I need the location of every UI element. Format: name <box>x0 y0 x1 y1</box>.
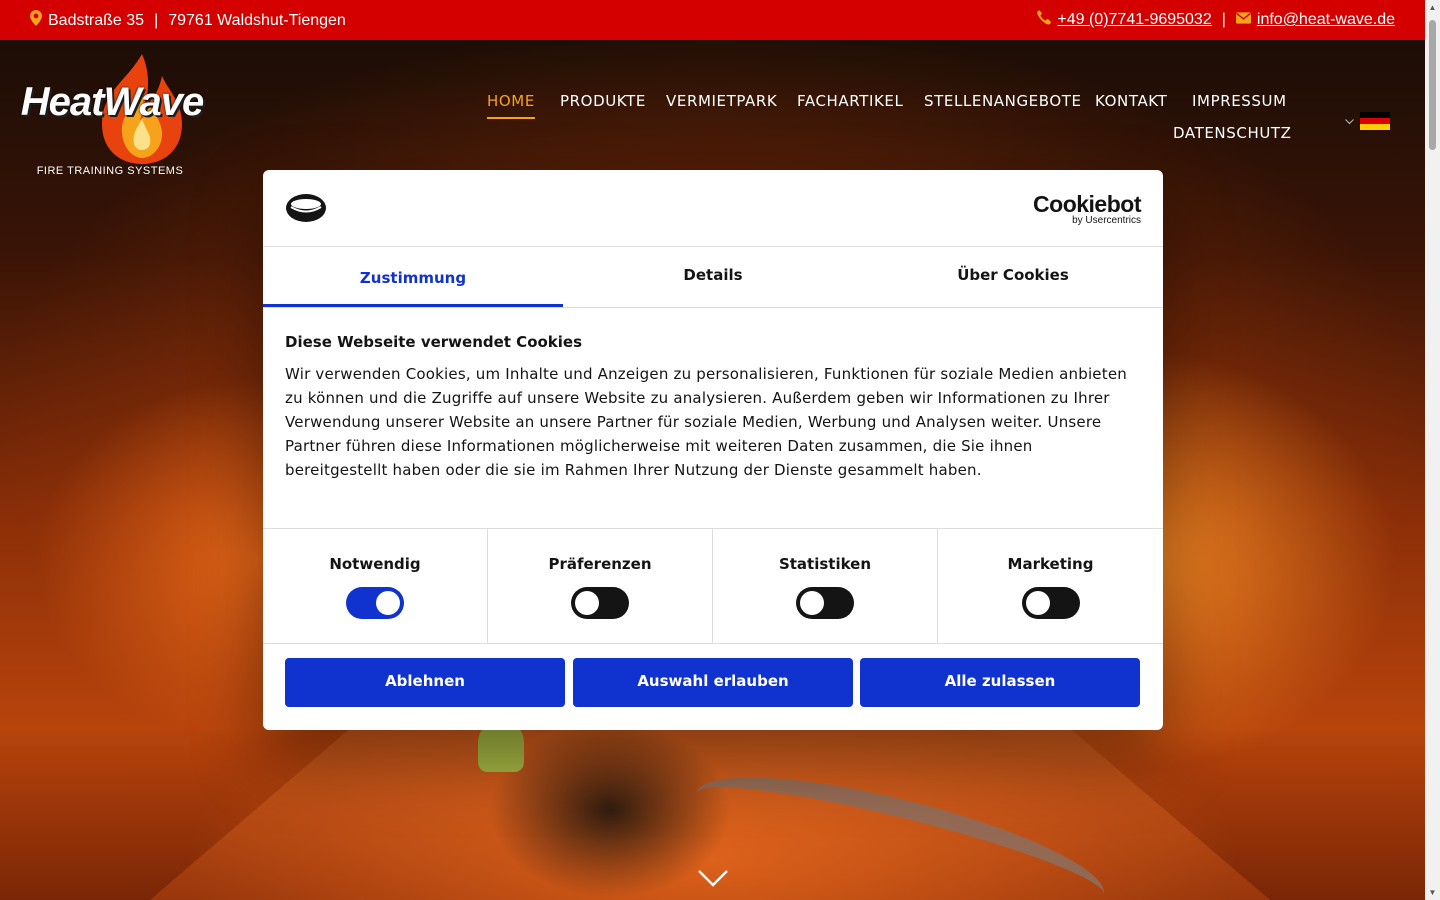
scroll-up-arrow-icon[interactable]: ▲ <box>1428 3 1437 12</box>
phone-link[interactable]: +49 (0)7741-9695032 <box>1057 11 1211 29</box>
cookiebot-subtitle: by Usercentrics <box>1072 215 1141 226</box>
nav-datenschutz[interactable]: DATENSCHUTZ <box>1173 124 1292 142</box>
cookiebot-icon <box>286 194 326 222</box>
toggle-knob <box>575 591 599 615</box>
toggle-label: Präferenzen <box>548 555 652 573</box>
dialog-tabs: Zustimmung Details Über Cookies <box>263 247 1163 308</box>
phone-icon <box>1036 10 1052 30</box>
decline-button[interactable]: Ablehnen <box>285 658 565 707</box>
allow-selection-button[interactable]: Auswahl erlauben <box>573 658 853 707</box>
email-link[interactable]: info@heat-wave.de <box>1257 11 1395 29</box>
cookie-consent-dialog: Cookiebot by Usercentrics Zustimmung Det… <box>263 170 1163 730</box>
scroll-down-arrow-icon[interactable]: ▼ <box>1428 888 1437 897</box>
map-marker-icon <box>30 10 42 31</box>
consent-toggles: Notwendig Präferenzen Statistiken Market… <box>263 528 1163 644</box>
scroll-down-chevron-icon[interactable] <box>697 868 728 892</box>
toggle-group-marketing: Marketing <box>938 529 1163 643</box>
toggle-knob <box>376 591 400 615</box>
contact-links: +49 (0)7741-9695032 | info@heat-wave.de <box>1036 10 1395 30</box>
nav-vermietpark[interactable]: VERMIETPARK <box>666 92 777 110</box>
cookiebot-name: Cookiebot <box>1033 191 1141 217</box>
toggle-statistiken[interactable] <box>796 587 854 619</box>
contact-separator: | <box>1221 11 1226 28</box>
german-flag-icon <box>1360 112 1390 130</box>
dialog-title: Diese Webseite verwendet Cookies <box>285 333 583 351</box>
nav-fachartikel[interactable]: FACHARTIKEL <box>797 92 903 110</box>
dialog-description: Wir verwenden Cookies, um Inhalte und An… <box>285 365 1127 479</box>
tab-ueber-cookies[interactable]: Über Cookies <box>863 247 1163 307</box>
toggle-notwendig[interactable] <box>346 587 404 619</box>
address-city: 79761 Waldshut-Tiengen <box>168 11 346 29</box>
nav-kontakt[interactable]: KONTAKT <box>1095 92 1167 110</box>
cookiebot-brand[interactable]: Cookiebot by Usercentrics <box>1033 192 1141 226</box>
tab-details[interactable]: Details <box>563 247 863 307</box>
toggle-praeferenzen[interactable] <box>571 587 629 619</box>
envelope-icon <box>1235 11 1251 29</box>
chevron-down-icon <box>1345 117 1354 128</box>
dialog-header: Cookiebot by Usercentrics <box>263 170 1163 247</box>
nav-produkte[interactable]: PRODUKTE <box>560 92 646 110</box>
allow-all-button[interactable]: Alle zulassen <box>860 658 1140 707</box>
address-separator: | <box>154 11 159 29</box>
nav-stellenangebote[interactable]: STELLENANGEBOTE <box>924 92 1082 110</box>
toggle-knob <box>800 591 824 615</box>
nav-home[interactable]: HOME <box>487 92 535 119</box>
toggle-group-statistiken: Statistiken <box>713 529 938 643</box>
page-scrollbar[interactable]: ▲ ▼ <box>1425 0 1440 900</box>
toggle-knob <box>1025 591 1050 615</box>
nav-impressum[interactable]: IMPRESSUM <box>1192 92 1287 110</box>
tab-zustimmung[interactable]: Zustimmung <box>263 247 563 307</box>
address: Badstraße 35 | 79761 Waldshut-Tiengen <box>30 10 346 31</box>
top-contact-bar: Badstraße 35 | 79761 Waldshut-Tiengen +4… <box>0 0 1425 40</box>
toggle-group-praeferenzen: Präferenzen <box>488 529 713 643</box>
logo-wordmark: HeatWave <box>20 80 204 124</box>
scrollbar-thumb[interactable] <box>1429 20 1436 150</box>
address-street: Badstraße 35 <box>48 11 145 29</box>
toggle-marketing[interactable] <box>1021 587 1080 619</box>
toggle-label: Statistiken <box>778 555 872 573</box>
toggle-group-notwendig: Notwendig <box>263 529 488 643</box>
logo-tagline: FIRE TRAINING SYSTEMS <box>36 165 184 177</box>
toggle-label: Notwendig <box>329 555 421 573</box>
toggle-label: Marketing <box>1007 555 1094 573</box>
